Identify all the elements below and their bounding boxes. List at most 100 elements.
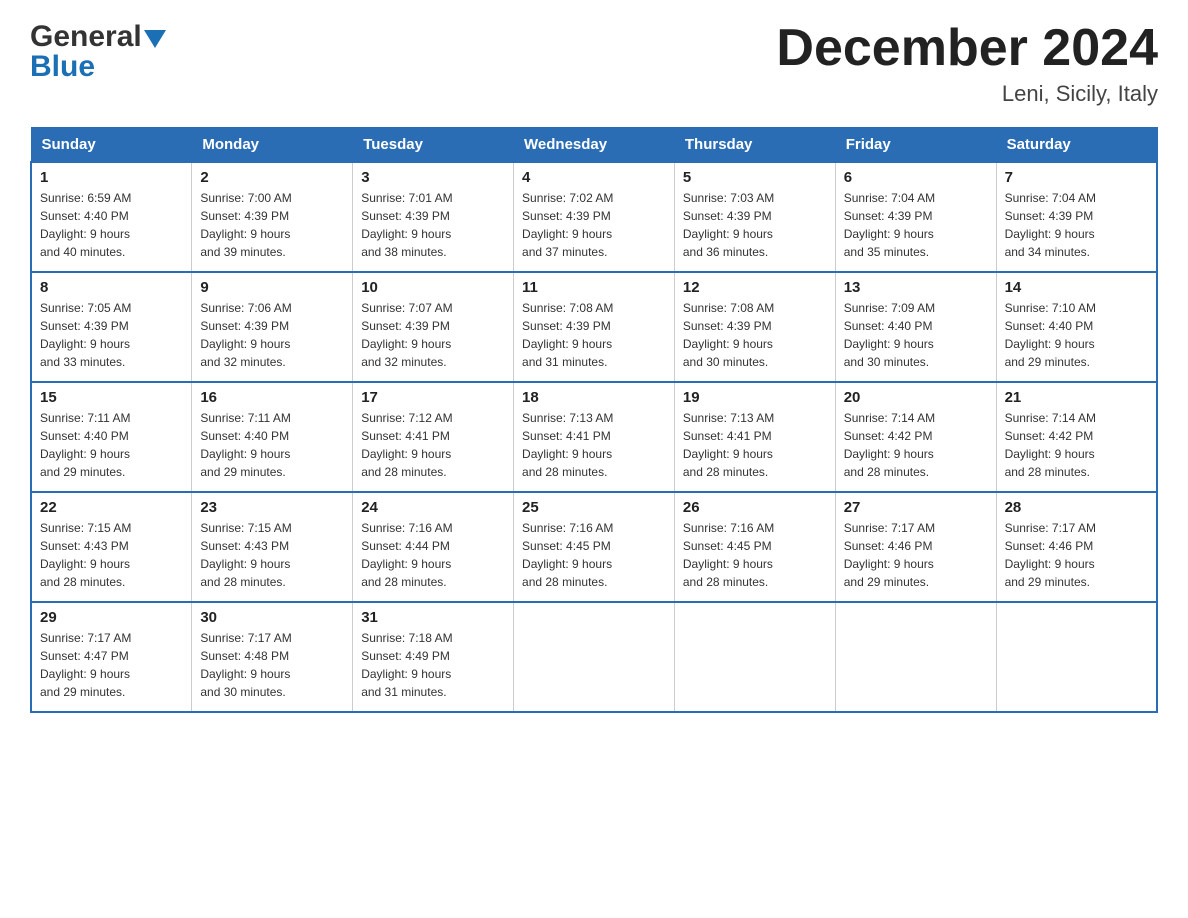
title-block: December 2024 Leni, Sicily, Italy <box>776 20 1158 107</box>
day-number: 18 <box>522 389 666 406</box>
day-cell: 1 Sunrise: 6:59 AMSunset: 4:40 PMDaylight… <box>31 162 192 272</box>
day-info: Sunrise: 7:18 AMSunset: 4:49 PMDaylight:… <box>361 629 505 701</box>
day-number: 20 <box>844 389 988 406</box>
day-header-sunday: Sunday <box>31 128 192 163</box>
day-number: 10 <box>361 279 505 296</box>
day-info: Sunrise: 7:11 AMSunset: 4:40 PMDaylight:… <box>40 409 183 481</box>
day-info: Sunrise: 7:02 AMSunset: 4:39 PMDaylight:… <box>522 189 666 261</box>
day-number: 27 <box>844 499 988 516</box>
day-cell: 5 Sunrise: 7:03 AMSunset: 4:39 PMDaylight… <box>674 162 835 272</box>
day-header-monday: Monday <box>192 128 353 163</box>
day-number: 14 <box>1005 279 1148 296</box>
day-header-friday: Friday <box>835 128 996 163</box>
day-info: Sunrise: 7:09 AMSunset: 4:40 PMDaylight:… <box>844 299 988 371</box>
day-number: 19 <box>683 389 827 406</box>
day-cell: 27 Sunrise: 7:17 AMSunset: 4:46 PMDayligh… <box>835 492 996 602</box>
day-cell: 20 Sunrise: 7:14 AMSunset: 4:42 PMDayligh… <box>835 382 996 492</box>
day-info: Sunrise: 6:59 AMSunset: 4:40 PMDaylight:… <box>40 189 183 261</box>
day-cell: 8Sunrise: 7:05 AMSunset: 4:39 PMDaylight… <box>31 272 192 382</box>
logo-general-text: General <box>30 20 142 54</box>
day-number: 28 <box>1005 499 1148 516</box>
day-cell: 19 Sunrise: 7:13 AMSunset: 4:41 PMDayligh… <box>674 382 835 492</box>
day-cell: 10 Sunrise: 7:07 AMSunset: 4:39 PMDayligh… <box>353 272 514 382</box>
day-info: Sunrise: 7:17 AMSunset: 4:48 PMDaylight:… <box>200 629 344 701</box>
day-number: 16 <box>200 389 344 406</box>
day-number: 1 <box>40 169 183 186</box>
day-number: 25 <box>522 499 666 516</box>
day-number: 9 <box>200 279 344 296</box>
day-info: Sunrise: 7:03 AMSunset: 4:39 PMDaylight:… <box>683 189 827 261</box>
day-info: Sunrise: 7:00 AMSunset: 4:39 PMDaylight:… <box>200 189 344 261</box>
day-number: 8 <box>40 279 183 296</box>
day-header-thursday: Thursday <box>674 128 835 163</box>
logo-triangle-icon <box>144 22 166 56</box>
day-cell: 11 Sunrise: 7:08 AMSunset: 4:39 PMDayligh… <box>514 272 675 382</box>
day-number: 30 <box>200 609 344 626</box>
day-number: 26 <box>683 499 827 516</box>
day-cell: 2 Sunrise: 7:00 AMSunset: 4:39 PMDaylight… <box>192 162 353 272</box>
day-cell: 13 Sunrise: 7:09 AMSunset: 4:40 PMDayligh… <box>835 272 996 382</box>
day-info: Sunrise: 7:01 AMSunset: 4:39 PMDaylight:… <box>361 189 505 261</box>
day-number: 21 <box>1005 389 1148 406</box>
day-number: 11 <box>522 279 666 296</box>
day-info: Sunrise: 7:13 AMSunset: 4:41 PMDaylight:… <box>683 409 827 481</box>
location-subtitle: Leni, Sicily, Italy <box>776 81 1158 107</box>
week-row-1: 1 Sunrise: 6:59 AMSunset: 4:40 PMDaylight… <box>31 162 1157 272</box>
day-number: 13 <box>844 279 988 296</box>
day-number: 6 <box>844 169 988 186</box>
day-number: 5 <box>683 169 827 186</box>
day-cell: 18 Sunrise: 7:13 AMSunset: 4:41 PMDayligh… <box>514 382 675 492</box>
day-header-tuesday: Tuesday <box>353 128 514 163</box>
day-number: 15 <box>40 389 183 406</box>
day-info: Sunrise: 7:16 AMSunset: 4:45 PMDaylight:… <box>683 519 827 591</box>
day-number: 4 <box>522 169 666 186</box>
month-year-title: December 2024 <box>776 20 1158 77</box>
day-info: Sunrise: 7:08 AMSunset: 4:39 PMDaylight:… <box>522 299 666 371</box>
day-cell: 12Sunrise: 7:08 AMSunset: 4:39 PMDayligh… <box>674 272 835 382</box>
days-header-row: SundayMondayTuesdayWednesdayThursdayFrid… <box>31 128 1157 163</box>
week-row-3: 15 Sunrise: 7:11 AMSunset: 4:40 PMDayligh… <box>31 382 1157 492</box>
day-cell: 22 Sunrise: 7:15 AMSunset: 4:43 PMDayligh… <box>31 492 192 602</box>
day-cell: 6 Sunrise: 7:04 AMSunset: 4:39 PMDaylight… <box>835 162 996 272</box>
day-cell: 9 Sunrise: 7:06 AMSunset: 4:39 PMDaylight… <box>192 272 353 382</box>
day-cell <box>514 602 675 712</box>
day-cell: 31Sunrise: 7:18 AMSunset: 4:49 PMDayligh… <box>353 602 514 712</box>
day-info: Sunrise: 7:11 AMSunset: 4:40 PMDaylight:… <box>200 409 344 481</box>
day-cell <box>996 602 1157 712</box>
day-info: Sunrise: 7:04 AMSunset: 4:39 PMDaylight:… <box>844 189 988 261</box>
week-row-5: 29Sunrise: 7:17 AMSunset: 4:47 PMDayligh… <box>31 602 1157 712</box>
day-number: 22 <box>40 499 183 516</box>
logo: General Blue <box>30 20 166 84</box>
day-info: Sunrise: 7:16 AMSunset: 4:44 PMDaylight:… <box>361 519 505 591</box>
day-info: Sunrise: 7:16 AMSunset: 4:45 PMDaylight:… <box>522 519 666 591</box>
week-row-2: 8Sunrise: 7:05 AMSunset: 4:39 PMDaylight… <box>31 272 1157 382</box>
day-cell: 4 Sunrise: 7:02 AMSunset: 4:39 PMDaylight… <box>514 162 675 272</box>
week-row-4: 22 Sunrise: 7:15 AMSunset: 4:43 PMDayligh… <box>31 492 1157 602</box>
day-number: 7 <box>1005 169 1148 186</box>
day-info: Sunrise: 7:12 AMSunset: 4:41 PMDaylight:… <box>361 409 505 481</box>
day-info: Sunrise: 7:17 AMSunset: 4:46 PMDaylight:… <box>844 519 988 591</box>
day-cell: 29Sunrise: 7:17 AMSunset: 4:47 PMDayligh… <box>31 602 192 712</box>
day-cell: 24 Sunrise: 7:16 AMSunset: 4:44 PMDayligh… <box>353 492 514 602</box>
day-cell: 14 Sunrise: 7:10 AMSunset: 4:40 PMDayligh… <box>996 272 1157 382</box>
day-info: Sunrise: 7:13 AMSunset: 4:41 PMDaylight:… <box>522 409 666 481</box>
day-info: Sunrise: 7:15 AMSunset: 4:43 PMDaylight:… <box>40 519 183 591</box>
day-number: 2 <box>200 169 344 186</box>
day-cell: 15 Sunrise: 7:11 AMSunset: 4:40 PMDayligh… <box>31 382 192 492</box>
day-info: Sunrise: 7:10 AMSunset: 4:40 PMDaylight:… <box>1005 299 1148 371</box>
day-cell <box>674 602 835 712</box>
day-info: Sunrise: 7:14 AMSunset: 4:42 PMDaylight:… <box>1005 409 1148 481</box>
day-cell: 3Sunrise: 7:01 AMSunset: 4:39 PMDaylight… <box>353 162 514 272</box>
day-cell: 25 Sunrise: 7:16 AMSunset: 4:45 PMDayligh… <box>514 492 675 602</box>
day-header-saturday: Saturday <box>996 128 1157 163</box>
day-info: Sunrise: 7:08 AMSunset: 4:39 PMDaylight:… <box>683 299 827 371</box>
day-info: Sunrise: 7:06 AMSunset: 4:39 PMDaylight:… <box>200 299 344 371</box>
day-cell: 17Sunrise: 7:12 AMSunset: 4:41 PMDayligh… <box>353 382 514 492</box>
day-number: 23 <box>200 499 344 516</box>
day-cell: 7Sunrise: 7:04 AMSunset: 4:39 PMDaylight… <box>996 162 1157 272</box>
day-number: 24 <box>361 499 505 516</box>
day-cell: 26 Sunrise: 7:16 AMSunset: 4:45 PMDayligh… <box>674 492 835 602</box>
day-info: Sunrise: 7:07 AMSunset: 4:39 PMDaylight:… <box>361 299 505 371</box>
day-info: Sunrise: 7:14 AMSunset: 4:42 PMDaylight:… <box>844 409 988 481</box>
day-info: Sunrise: 7:17 AMSunset: 4:47 PMDaylight:… <box>40 629 183 701</box>
